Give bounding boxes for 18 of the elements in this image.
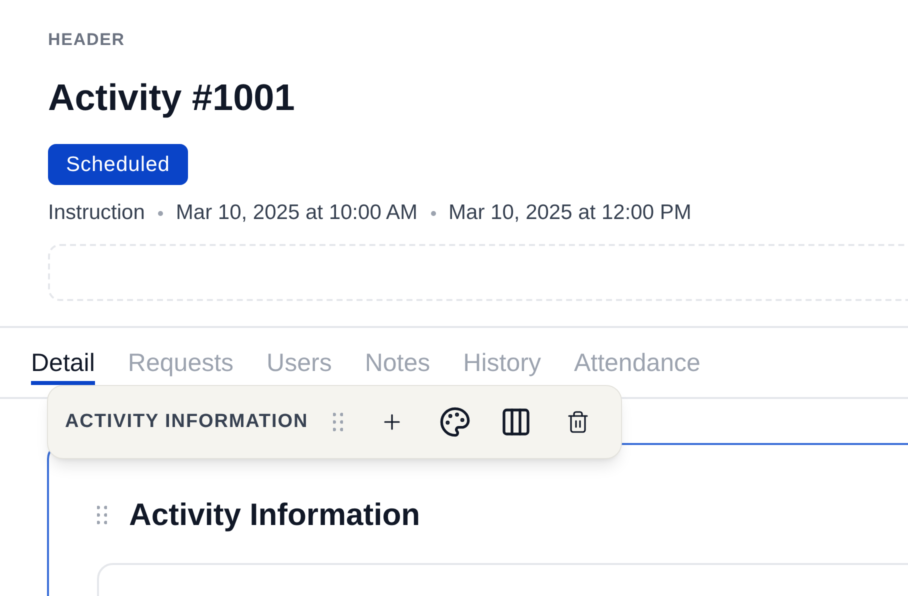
columns-icon[interactable] xyxy=(500,406,532,438)
tab[interactable]: Attendance xyxy=(574,347,700,385)
meta-text: Mar 10, 2025 at 12:00 PM xyxy=(448,200,692,226)
palette-icon[interactable] xyxy=(439,406,472,438)
section-label: HEADER xyxy=(48,30,126,50)
tab[interactable]: Users xyxy=(266,347,332,385)
delete-icon[interactable] xyxy=(566,410,590,434)
tab[interactable]: Notes xyxy=(364,347,430,385)
drag-handle-icon[interactable] xyxy=(333,412,344,432)
page-title: Activity #1001 xyxy=(48,76,296,120)
tab[interactable]: Requests xyxy=(128,347,234,385)
drag-handle-icon[interactable] xyxy=(97,505,107,525)
meta-text: Mar 10, 2025 at 10:00 AM xyxy=(176,200,418,226)
tab[interactable]: History xyxy=(463,347,541,385)
section-title: Activity Information xyxy=(129,497,420,533)
toolbar-label: ACTIVITY INFORMATION xyxy=(65,410,308,434)
meta-text: Instruction xyxy=(48,200,145,226)
status-badge: Scheduled xyxy=(48,144,188,185)
